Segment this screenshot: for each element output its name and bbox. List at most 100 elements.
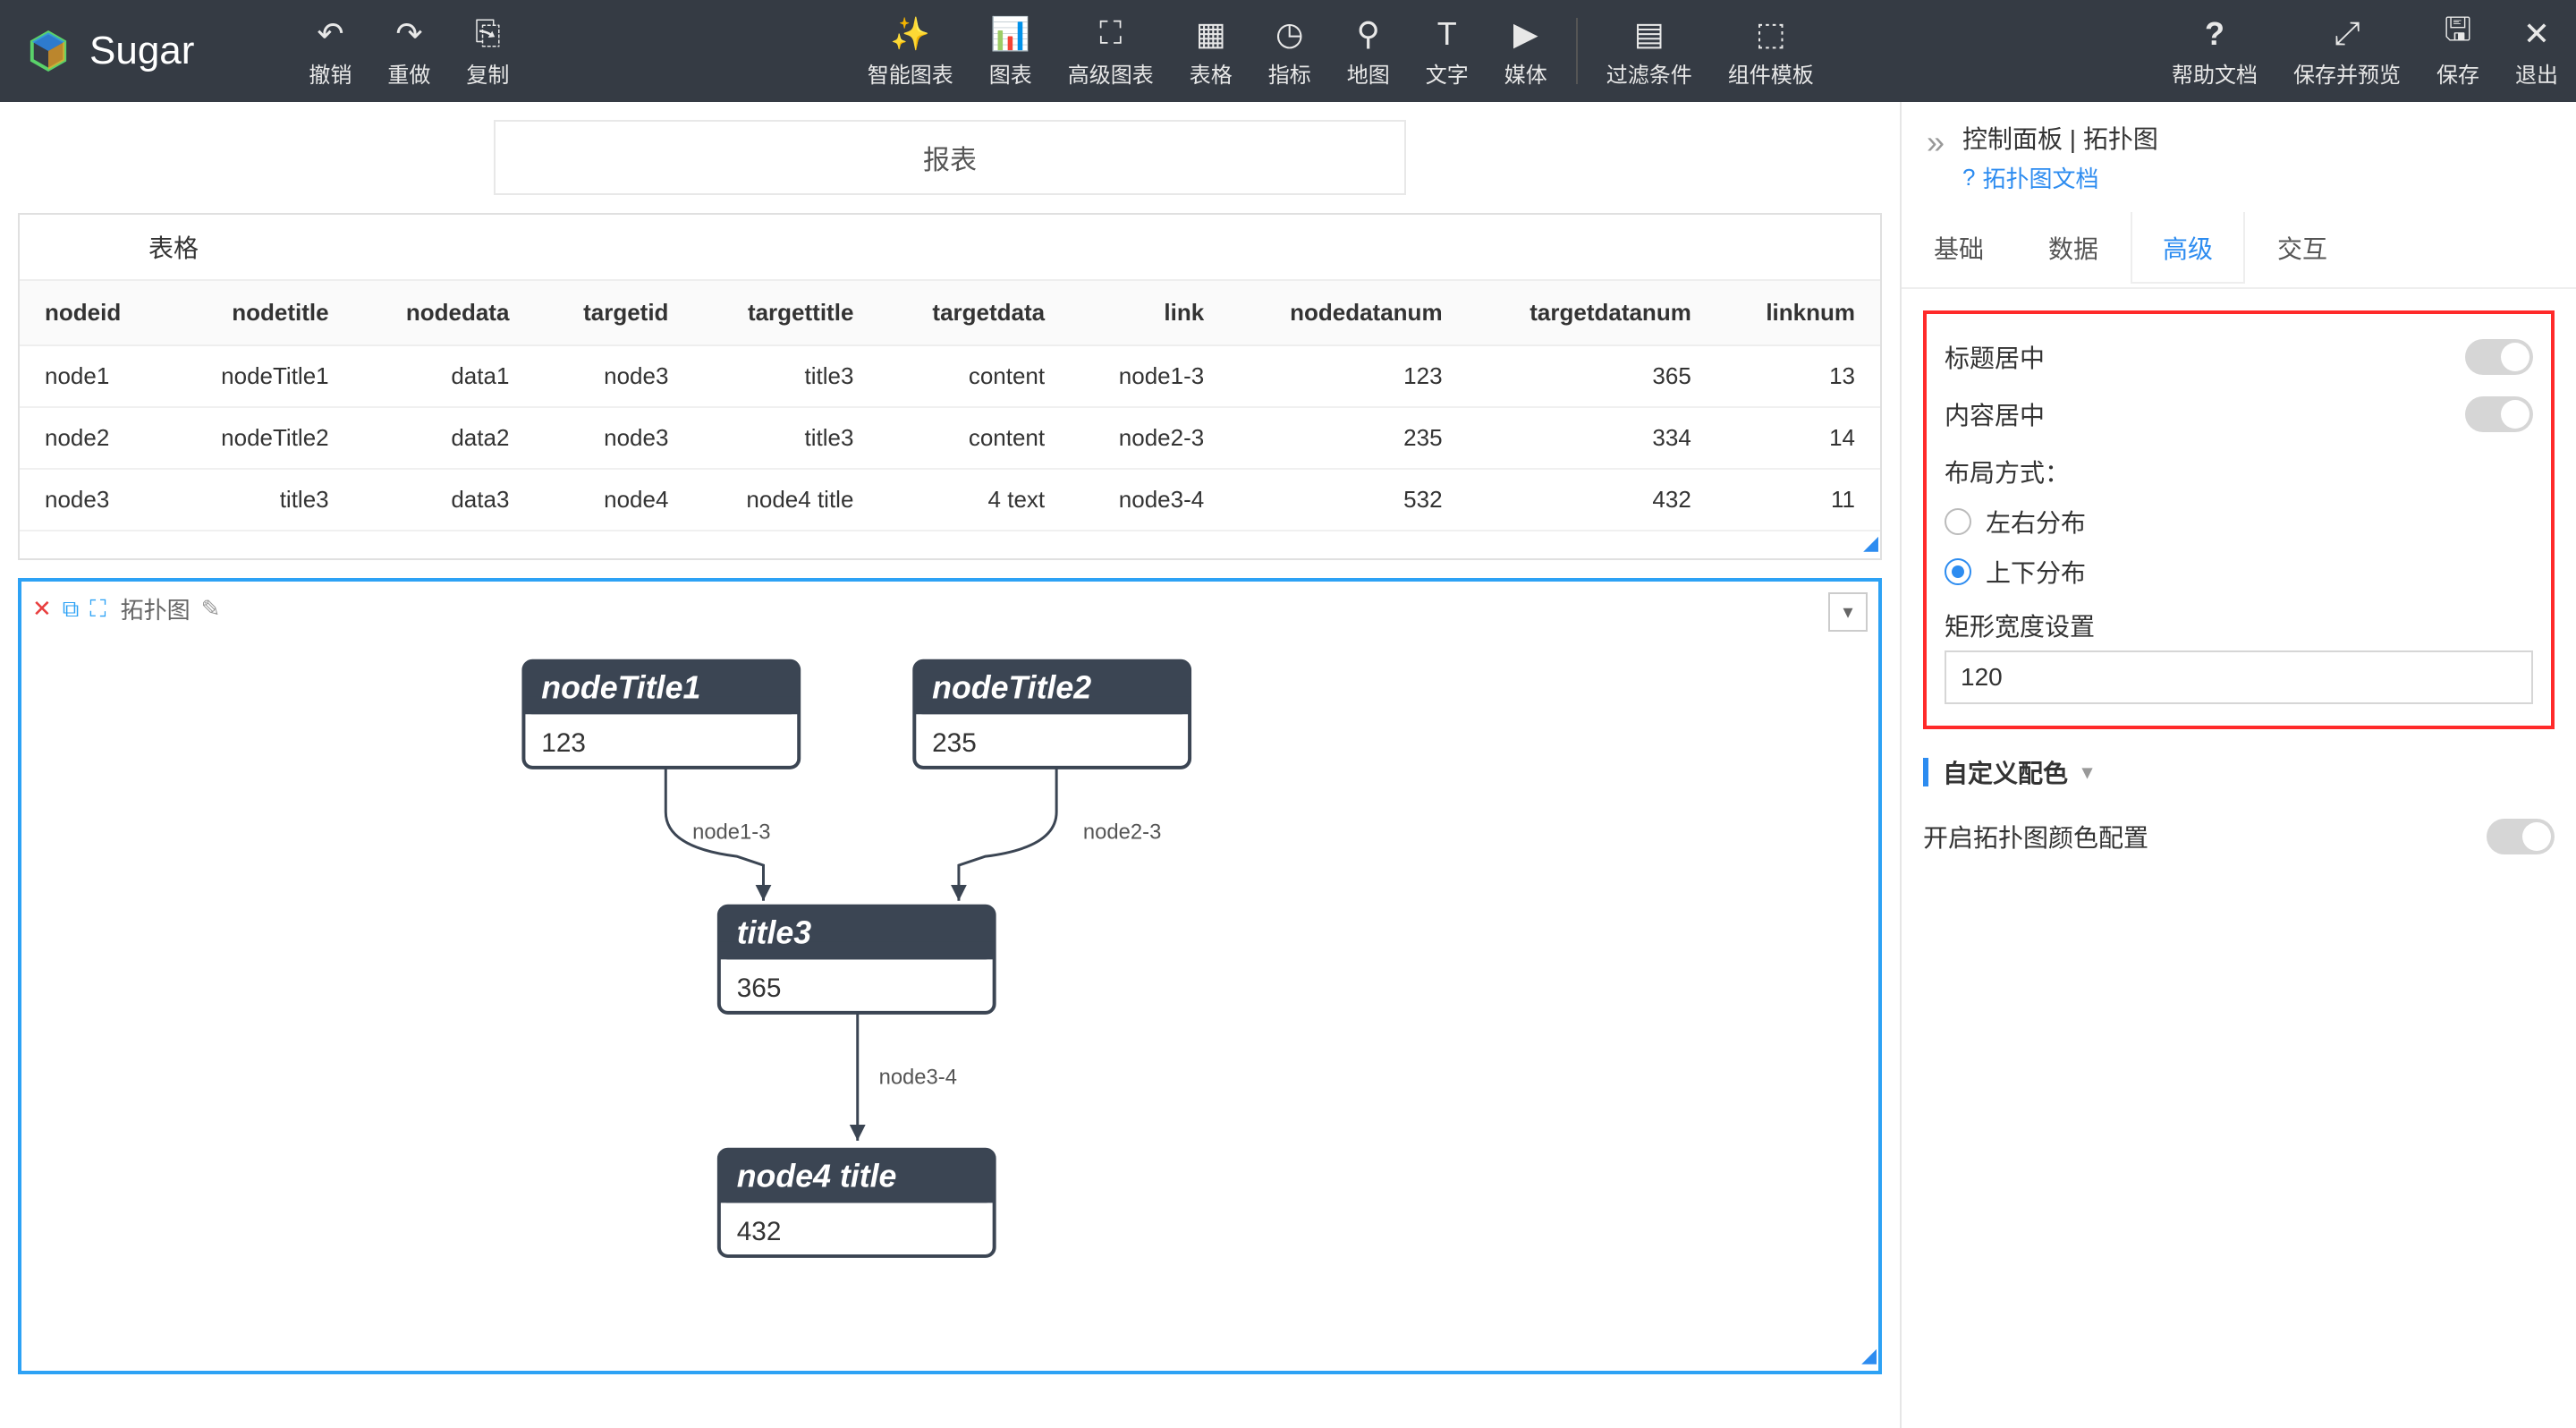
table-button[interactable]: ▦表格 [1172,0,1250,102]
undo-icon: ↶ [317,14,343,54]
tab-advanced[interactable]: 高级 [2131,212,2245,287]
smart-chart-button[interactable]: ✨智能图表 [850,0,971,102]
text-button[interactable]: T文字 [1408,0,1487,102]
delete-icon[interactable]: ✕ [32,595,52,623]
svg-text:432: 432 [737,1217,782,1246]
magic-icon: ✨ [890,14,930,54]
title-center-toggle[interactable] [2465,339,2533,375]
table-row[interactable]: node1nodeTitle1data1node3title3contentno… [20,345,1880,407]
copy-icon: ⎘ [475,14,501,54]
canvas-area: 报表 表格 nodeidnodetitlenodedatatargetidtar… [0,102,1900,1428]
layout-tb-option[interactable]: 上下分布 [1945,547,2533,597]
column-header: nodeid [20,280,168,345]
rect-width-input[interactable] [1945,650,2533,704]
column-header: link [1070,280,1229,345]
column-header: nodetitle [168,280,354,345]
gauge-icon: ◷ [1275,14,1303,54]
column-header: nodedata [354,280,535,345]
tab-interact[interactable]: 交互 [2245,212,2360,287]
logo-area: Sugar [0,0,219,102]
radio-checked-icon [1945,558,1971,585]
highlighted-settings: 标题居中 内容居中 布局方式： 左右分布 上下分布 矩形宽度设置 [1923,310,2555,729]
svg-text:node2-3: node2-3 [1083,820,1161,844]
filter-button[interactable]: ▤过滤条件 [1589,0,1710,102]
column-header: targettitle [693,280,878,345]
adv-chart-button[interactable]: ⛶高级图表 [1050,0,1172,102]
svg-text:nodeTitle2: nodeTitle2 [932,669,1091,705]
redo-icon: ↷ [395,14,422,54]
close-icon: ✕ [2523,14,2550,54]
table-row[interactable]: node3title3data3node4node4 title4 textno… [20,469,1880,531]
adv-chart-icon: ⛶ [1099,14,1122,54]
resize-handle-icon[interactable]: ◢ [20,531,1880,558]
save-button[interactable]: 🖫保存 [2419,0,2497,102]
help-button[interactable]: ?帮助文档 [2154,0,2275,102]
content-center-toggle[interactable] [2465,396,2533,432]
data-table: nodeidnodetitlenodedatatargetidtargettit… [20,279,1880,531]
tab-data[interactable]: 数据 [2016,212,2131,287]
layout-lr-option[interactable]: 左右分布 [1945,497,2533,547]
resize-handle-icon[interactable]: ◢ [1861,1344,1875,1367]
chart-icon: 📊 [990,14,1030,54]
edit-icon[interactable]: ✎ [201,595,221,623]
column-header: linknum [1716,280,1880,345]
fullscreen-icon[interactable]: ⛶ [89,595,106,624]
rect-width-label: 矩形宽度设置 [1945,597,2533,650]
exit-button[interactable]: ✕退出 [2497,0,2576,102]
indicator-button[interactable]: ◷指标 [1250,0,1329,102]
column-header: targetdatanum [1468,280,1716,345]
svg-text:title3: title3 [737,914,812,950]
panel-title: 控制面板 | 拓扑图 [1962,120,2158,156]
svg-text:node1-3: node1-3 [692,820,770,844]
copy-button[interactable]: ⎘复制 [448,0,527,102]
redo-button[interactable]: ↷重做 [369,0,448,102]
svg-text:365: 365 [737,973,782,1003]
widget-name: 拓扑图 [121,592,191,625]
text-icon: T [1437,14,1457,54]
collapse-panel-icon[interactable]: » [1927,123,1945,161]
radio-icon [1945,508,1971,535]
title-center-label: 标题居中 [1945,339,2045,375]
expand-icon: ⤢ [2334,14,2360,54]
table-icon: ▦ [1196,14,1226,54]
svg-text:node4 title: node4 title [737,1158,897,1194]
column-header: targetdata [878,280,1070,345]
map-button[interactable]: ⚲地图 [1329,0,1408,102]
brand-name: Sugar [89,29,194,73]
topology-svg: nodeTitle1123 nodeTitle2235 node1-3 node… [21,625,1878,1372]
topology-widget[interactable]: ✕ ⧉ ⛶ 拓扑图 ✎ ▾ nodeTitle1123 nodeTitle223… [18,578,1882,1374]
undo-button[interactable]: ↶撤销 [291,0,369,102]
property-panel: » 控制面板 | 拓扑图 ?拓扑图文档 基础 数据 高级 交互 标题居中 内容居… [1900,102,2576,1428]
tab-basic[interactable]: 基础 [1902,212,2016,287]
save-preview-button[interactable]: ⤢保存并预览 [2275,0,2419,102]
template-icon: ⬚ [1756,14,1786,54]
svg-text:node3-4: node3-4 [879,1065,957,1089]
widget-dropdown[interactable]: ▾ [1828,592,1868,632]
table-widget-title: 表格 [20,215,1880,279]
component-tpl-button[interactable]: ⬚组件模板 [1710,0,1832,102]
report-title-box[interactable]: 报表 [494,120,1406,195]
media-icon: ▶ [1513,14,1538,54]
svg-text:235: 235 [932,728,977,758]
column-header: nodedatanum [1229,280,1467,345]
doc-link[interactable]: ?拓扑图文档 [1962,161,2158,194]
top-toolbar: Sugar ↶撤销 ↷重做 ⎘复制 ✨智能图表 📊图表 ⛶高级图表 ▦表格 ◷指… [0,0,2576,102]
content-center-label: 内容居中 [1945,396,2045,432]
enable-topo-color-toggle[interactable] [2487,819,2555,854]
save-icon: 🖫 [2445,14,2472,54]
filter-icon: ▤ [1634,14,1665,54]
table-widget[interactable]: 表格 nodeidnodetitlenodedatatargetidtarget… [18,213,1882,560]
panel-tabs: 基础 数据 高级 交互 [1902,212,2576,289]
help-icon: ? [1962,164,1975,191]
enable-topo-color-label: 开启拓扑图颜色配置 [1923,819,2148,854]
chevron-down-icon: ▾ [2082,761,2092,784]
svg-text:123: 123 [541,728,586,758]
custom-color-section[interactable]: 自定义配色▾ [1923,747,2555,808]
map-icon: ⚲ [1357,14,1380,54]
duplicate-icon[interactable]: ⧉ [63,595,80,624]
column-header: targetid [534,280,693,345]
media-button[interactable]: ▶媒体 [1487,0,1565,102]
logo-icon [25,28,72,74]
chart-button[interactable]: 📊图表 [971,0,1050,102]
table-row[interactable]: node2nodeTitle2data2node3title3contentno… [20,407,1880,469]
